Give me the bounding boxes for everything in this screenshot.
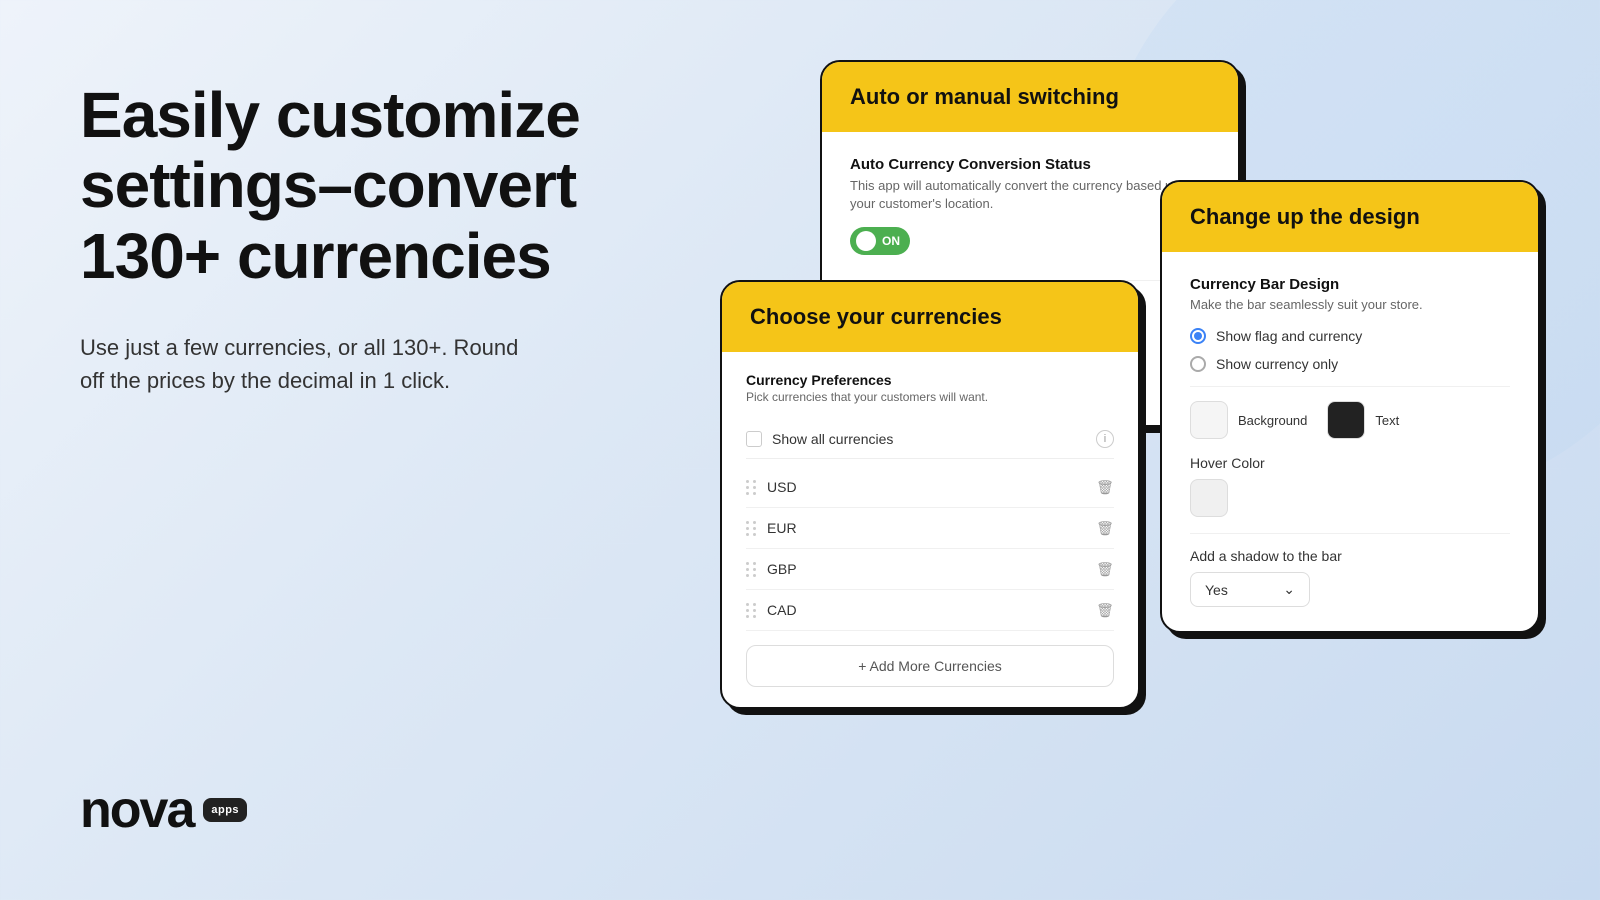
divider3 — [1190, 533, 1510, 534]
cards-area: Auto or manual switching Auto Currency C… — [720, 60, 1540, 880]
conversion-desc: This app will automatically convert the … — [850, 177, 1210, 213]
logo-area: nova apps — [80, 780, 247, 840]
sub-text: Use just a few currencies, or all 130+. … — [80, 331, 520, 397]
hover-color-label: Hover Color — [1190, 455, 1510, 471]
bar-design-desc: Make the bar seamlessly suit your store. — [1190, 297, 1510, 312]
card-design-title: Change up the design — [1190, 204, 1510, 230]
card-design: Change up the design Currency Bar Design… — [1160, 180, 1540, 633]
currency-row-gbp: GBP 🗑 — [746, 549, 1114, 590]
shadow-value: Yes — [1205, 582, 1228, 598]
heading-line1: Easily customize — [80, 79, 580, 151]
bg-color-label: Background — [1238, 413, 1307, 428]
left-section: Easily customize settings–convert 130+ c… — [80, 80, 640, 397]
currency-row-left-usd: USD — [746, 479, 797, 495]
text-color-box[interactable] — [1327, 401, 1365, 439]
currency-row-left-eur: EUR — [746, 520, 797, 536]
shadow-label: Add a shadow to the bar — [1190, 548, 1510, 564]
card-design-header: Change up the design — [1162, 182, 1538, 252]
radio-currency[interactable] — [1190, 356, 1206, 372]
card-choose-header: Choose your currencies — [722, 282, 1138, 352]
currency-code-gbp: GBP — [767, 561, 797, 577]
show-all-left: Show all currencies — [746, 431, 893, 447]
text-color-item: Text — [1327, 401, 1399, 439]
main-heading: Easily customize settings–convert 130+ c… — [80, 80, 640, 291]
logo-text: nova — [80, 780, 193, 840]
color-row: Background Text — [1190, 401, 1510, 439]
text-color-label: Text — [1375, 413, 1399, 428]
currency-row-cad: CAD 🗑 — [746, 590, 1114, 631]
card-auto-title: Auto or manual switching — [850, 84, 1210, 110]
drag-handle-cad[interactable] — [746, 603, 757, 618]
currency-code-eur: EUR — [767, 520, 797, 536]
hover-color-section: Hover Color — [1190, 455, 1510, 517]
add-more-button[interactable]: + Add More Currencies — [746, 645, 1114, 687]
radio-row-currency: Show currency only — [1190, 356, 1510, 372]
delete-cad[interactable]: 🗑 — [1096, 600, 1114, 620]
heading-line2: settings–convert — [80, 149, 576, 221]
toggle-container: ON — [850, 227, 1210, 256]
hover-color-box[interactable] — [1190, 479, 1228, 517]
drag-handle-eur[interactable] — [746, 521, 757, 536]
currency-list-desc: Pick currencies that your customers will… — [746, 390, 1114, 404]
heading-line3: 130+ currencies — [80, 220, 551, 292]
currency-list-title: Currency Preferences — [746, 372, 1114, 388]
shadow-section: Add a shadow to the bar Yes ⌄ — [1190, 548, 1510, 607]
currency-code-cad: CAD — [767, 602, 797, 618]
radio-currency-label: Show currency only — [1216, 356, 1338, 372]
currency-list-header: Currency Preferences Pick currencies tha… — [746, 372, 1114, 404]
bar-design-title: Currency Bar Design — [1190, 276, 1510, 293]
info-icon: i — [1096, 430, 1114, 448]
chevron-down-icon: ⌄ — [1283, 581, 1295, 598]
currency-row-left-gbp: GBP — [746, 561, 797, 577]
currency-row-left-cad: CAD — [746, 602, 797, 618]
show-all-checkbox[interactable] — [746, 431, 762, 447]
currency-row-eur: EUR 🗑 — [746, 508, 1114, 549]
divider2 — [1190, 386, 1510, 387]
delete-gbp[interactable]: 🗑 — [1096, 559, 1114, 579]
delete-eur[interactable]: 🗑 — [1096, 518, 1114, 538]
auto-convert-toggle[interactable]: ON — [850, 227, 910, 255]
show-all-text: Show all currencies — [772, 431, 893, 447]
bg-color-box[interactable] — [1190, 401, 1228, 439]
radio-flag-label: Show flag and currency — [1216, 328, 1362, 344]
add-more-label: + Add More Currencies — [858, 658, 1002, 674]
currency-row-usd: USD 🗑 — [746, 467, 1114, 508]
toggle-circle — [856, 231, 876, 251]
logo-badge: apps — [203, 798, 247, 822]
card-choose-title: Choose your currencies — [750, 304, 1110, 330]
card-auto-header: Auto or manual switching — [822, 62, 1238, 132]
show-all-row: Show all currencies i — [746, 420, 1114, 459]
currency-code-usd: USD — [767, 479, 797, 495]
shadow-select[interactable]: Yes ⌄ — [1190, 572, 1310, 607]
bg-color-item: Background — [1190, 401, 1307, 439]
delete-usd[interactable]: 🗑 — [1096, 477, 1114, 497]
conversion-title: Auto Currency Conversion Status — [850, 156, 1210, 173]
drag-handle-gbp[interactable] — [746, 562, 757, 577]
card-design-body: Currency Bar Design Make the bar seamles… — [1162, 252, 1538, 631]
radio-row-flag: Show flag and currency — [1190, 328, 1510, 344]
toggle-label: ON — [882, 234, 900, 248]
drag-handle-usd[interactable] — [746, 480, 757, 495]
card-choose-body: Currency Preferences Pick currencies tha… — [722, 352, 1138, 707]
card-choose-currencies: Choose your currencies Currency Preferen… — [720, 280, 1140, 709]
radio-flag[interactable] — [1190, 328, 1206, 344]
